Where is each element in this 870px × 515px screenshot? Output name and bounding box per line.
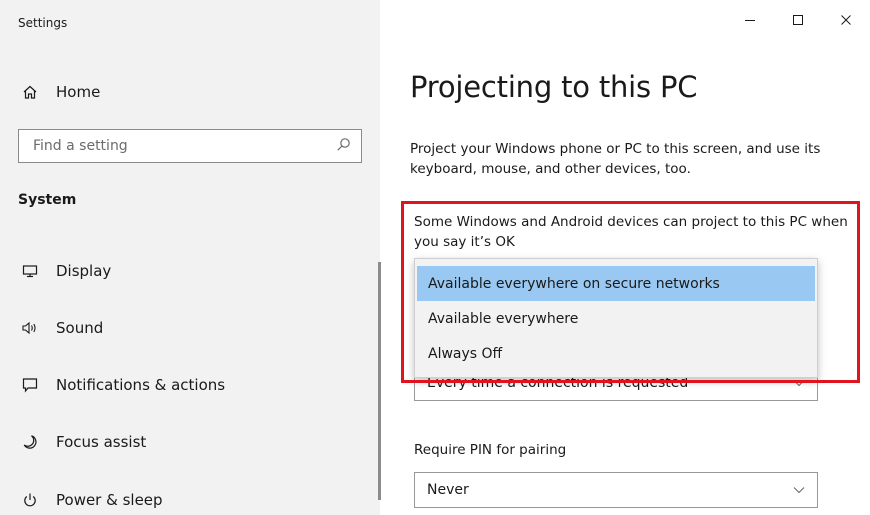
sidebar-scrollbar[interactable] xyxy=(378,262,381,500)
sidebar-item-focus-assist[interactable]: Focus assist xyxy=(18,428,146,456)
pin-pairing-label: Require PIN for pairing xyxy=(414,442,567,458)
moon-icon xyxy=(18,434,42,450)
power-icon xyxy=(18,492,42,508)
settings-window: Settings Home System Display Sound xyxy=(0,0,870,515)
chevron-down-icon xyxy=(793,482,805,498)
sidebar-item-label: Display xyxy=(56,262,112,280)
sidebar: Settings Home System Display Sound xyxy=(0,0,381,515)
app-title: Settings xyxy=(18,16,68,30)
sidebar-item-power-sleep[interactable]: Power & sleep xyxy=(18,486,163,514)
page-title: Projecting to this PC xyxy=(410,70,698,104)
pin-pairing-select[interactable]: Never xyxy=(414,472,818,508)
window-controls xyxy=(726,0,870,40)
minimize-icon xyxy=(745,20,755,21)
speaker-icon xyxy=(18,320,42,336)
sidebar-item-label: Home xyxy=(56,83,101,101)
sidebar-item-display[interactable]: Display xyxy=(18,257,111,285)
dropdown-option-everywhere[interactable]: Available everywhere xyxy=(417,301,815,336)
maximize-button[interactable] xyxy=(774,0,822,40)
home-icon xyxy=(18,84,42,100)
sidebar-item-label: Focus assist xyxy=(56,433,147,451)
section-label-system: System xyxy=(18,192,77,208)
sidebar-item-notifications[interactable]: Notifications & actions xyxy=(18,371,225,399)
search-input[interactable] xyxy=(33,138,336,154)
pin-pairing-value: Never xyxy=(427,482,469,498)
monitor-icon xyxy=(18,263,42,279)
minimize-button[interactable] xyxy=(726,0,774,40)
close-button[interactable] xyxy=(822,0,870,40)
sidebar-item-label: Power & sleep xyxy=(56,491,163,509)
dropdown-option-secure-networks[interactable]: Available everywhere on secure networks xyxy=(417,266,815,301)
sidebar-item-home[interactable]: Home xyxy=(18,79,100,105)
sidebar-item-label: Sound xyxy=(56,319,104,337)
sidebar-item-label: Notifications & actions xyxy=(56,376,226,394)
dropdown-option-always-off[interactable]: Always Off xyxy=(417,336,815,371)
sidebar-item-sound[interactable]: Sound xyxy=(18,314,103,342)
projection-question-label: Some Windows and Android devices can pro… xyxy=(414,214,848,250)
search-box[interactable] xyxy=(18,129,362,163)
page-description: Project your Windows phone or PC to this… xyxy=(410,141,821,177)
projection-dropdown-list: Available everywhere on secure networks … xyxy=(414,258,818,378)
close-icon xyxy=(841,15,851,25)
notification-icon xyxy=(18,377,42,393)
maximize-icon xyxy=(793,15,803,25)
search-icon[interactable] xyxy=(336,137,351,156)
